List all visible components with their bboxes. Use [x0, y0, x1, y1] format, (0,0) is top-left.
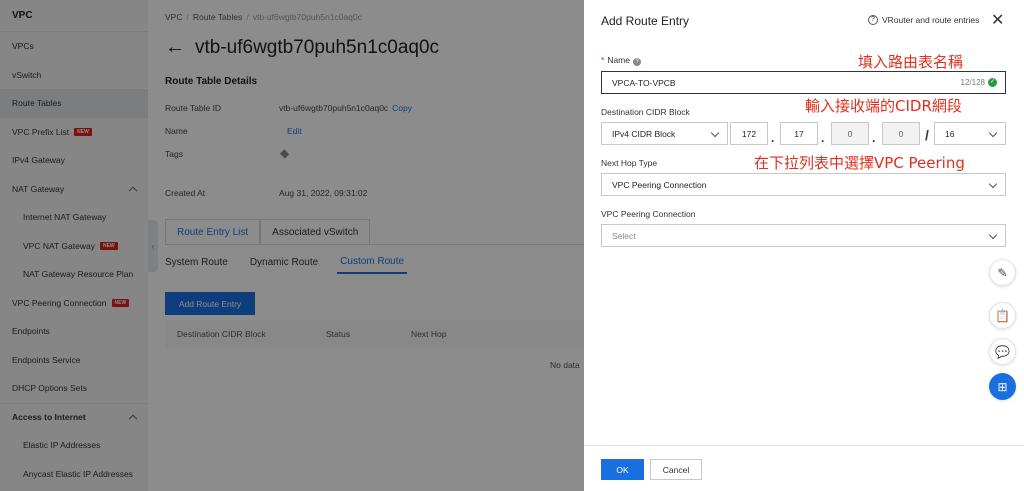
modal-overlay[interactable]: [0, 0, 584, 491]
chat-icon[interactable]: 💬: [989, 338, 1016, 365]
name-counter: 12/128 ✓: [960, 78, 997, 87]
add-route-entry-drawer: Add Route Entry ? VRouter and route entr…: [584, 0, 1024, 491]
cidr-slash: /: [925, 127, 929, 143]
octet-separator: .: [771, 131, 775, 145]
octet-separator: .: [872, 131, 876, 145]
chevron-down-icon: [988, 230, 998, 240]
name-input-value: VPCA-TO-VPCB: [612, 77, 676, 88]
annotation-next-hop: 在下拉列表中選擇VPC Peering: [754, 154, 965, 172]
cidr-type-select[interactable]: IPv4 CIDR Block: [601, 122, 728, 145]
next-hop-label: Next Hop Type: [601, 158, 658, 168]
drawer-title: Add Route Entry: [601, 14, 690, 28]
chevron-down-icon: [710, 128, 720, 138]
cidr-label: Destination CIDR Block: [601, 107, 690, 117]
help-icon: ?: [868, 15, 878, 25]
chevron-down-icon: [988, 128, 998, 138]
name-label: * Name?: [601, 55, 641, 66]
cidr-octet-3[interactable]: 0: [831, 122, 869, 145]
annotation-name: 填入路由表名稱: [858, 53, 964, 71]
clipboard-icon[interactable]: 📋: [989, 302, 1016, 329]
cidr-octet-2[interactable]: 17: [780, 122, 818, 145]
peering-connection-select[interactable]: Select: [601, 224, 1006, 247]
ok-button[interactable]: OK: [601, 459, 644, 480]
check-icon: ✓: [988, 78, 997, 87]
close-icon[interactable]: ✕: [991, 10, 1004, 30]
edit-icon[interactable]: ✎: [989, 259, 1016, 286]
cancel-button[interactable]: Cancel: [650, 459, 702, 480]
apps-icon[interactable]: ⊞: [989, 373, 1016, 400]
peering-label: VPC Peering Connection: [601, 209, 696, 219]
annotation-cidr: 輸入接收端的CIDR網段: [805, 97, 962, 115]
octet-separator: .: [821, 131, 825, 145]
question-icon[interactable]: ?: [633, 58, 641, 66]
chevron-down-icon: [988, 179, 998, 189]
cidr-mask-select[interactable]: 16: [934, 122, 1006, 145]
name-input[interactable]: VPCA-TO-VPCB 12/128 ✓: [601, 71, 1006, 94]
required-asterisk: *: [601, 55, 605, 65]
next-hop-type-select[interactable]: VPC Peering Connection: [601, 173, 1006, 196]
cidr-octet-1[interactable]: 172: [730, 122, 768, 145]
help-link[interactable]: ? VRouter and route entries: [868, 15, 979, 25]
footer-divider: [584, 445, 1024, 446]
cidr-octet-4[interactable]: 0: [882, 122, 920, 145]
